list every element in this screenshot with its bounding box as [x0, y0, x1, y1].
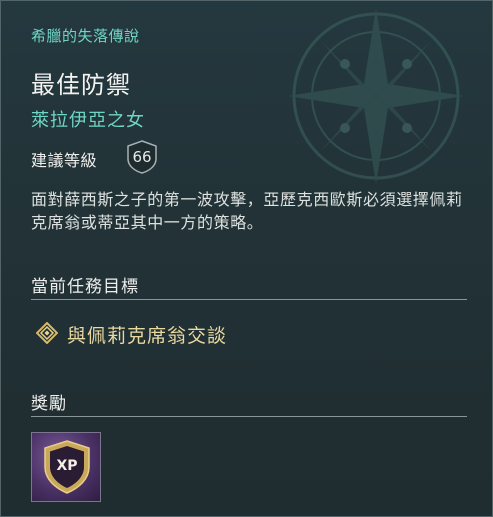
objectives-header: 當前任務目標 — [31, 277, 139, 297]
quest-details-panel: 希臘的失落傳說 最佳防禦 萊拉伊亞之女 建議等級 66 面對薛西斯之子的第一波攻… — [0, 0, 493, 517]
quest-title: 最佳防禦 — [31, 71, 131, 99]
quest-subtitle: 萊拉伊亞之女 — [31, 110, 145, 131]
objectives-divider — [31, 299, 467, 300]
recommended-level-label: 建議等級 — [31, 151, 98, 170]
recommended-level-value: 66 — [132, 148, 152, 166]
rewards-divider — [31, 416, 467, 417]
quest-diamond-icon — [36, 322, 58, 344]
objective-item[interactable]: 與佩莉克席翁交談 — [67, 321, 227, 348]
xp-reward-label: XP — [56, 458, 78, 474]
rewards-header: 獎勵 — [31, 394, 67, 414]
quest-description: 面對薛西斯之子的第一波攻擊，亞歷克西歐斯必須選擇佩莉克席翁或蒂亞其中一方的策略。 — [31, 190, 463, 232]
compass-rose-watermark-icon — [288, 8, 464, 184]
questline-name: 希臘的失落傳說 — [31, 27, 140, 45]
xp-reward-tile[interactable]: XP — [31, 432, 101, 502]
recommended-level-badge: 66 — [125, 139, 159, 175]
